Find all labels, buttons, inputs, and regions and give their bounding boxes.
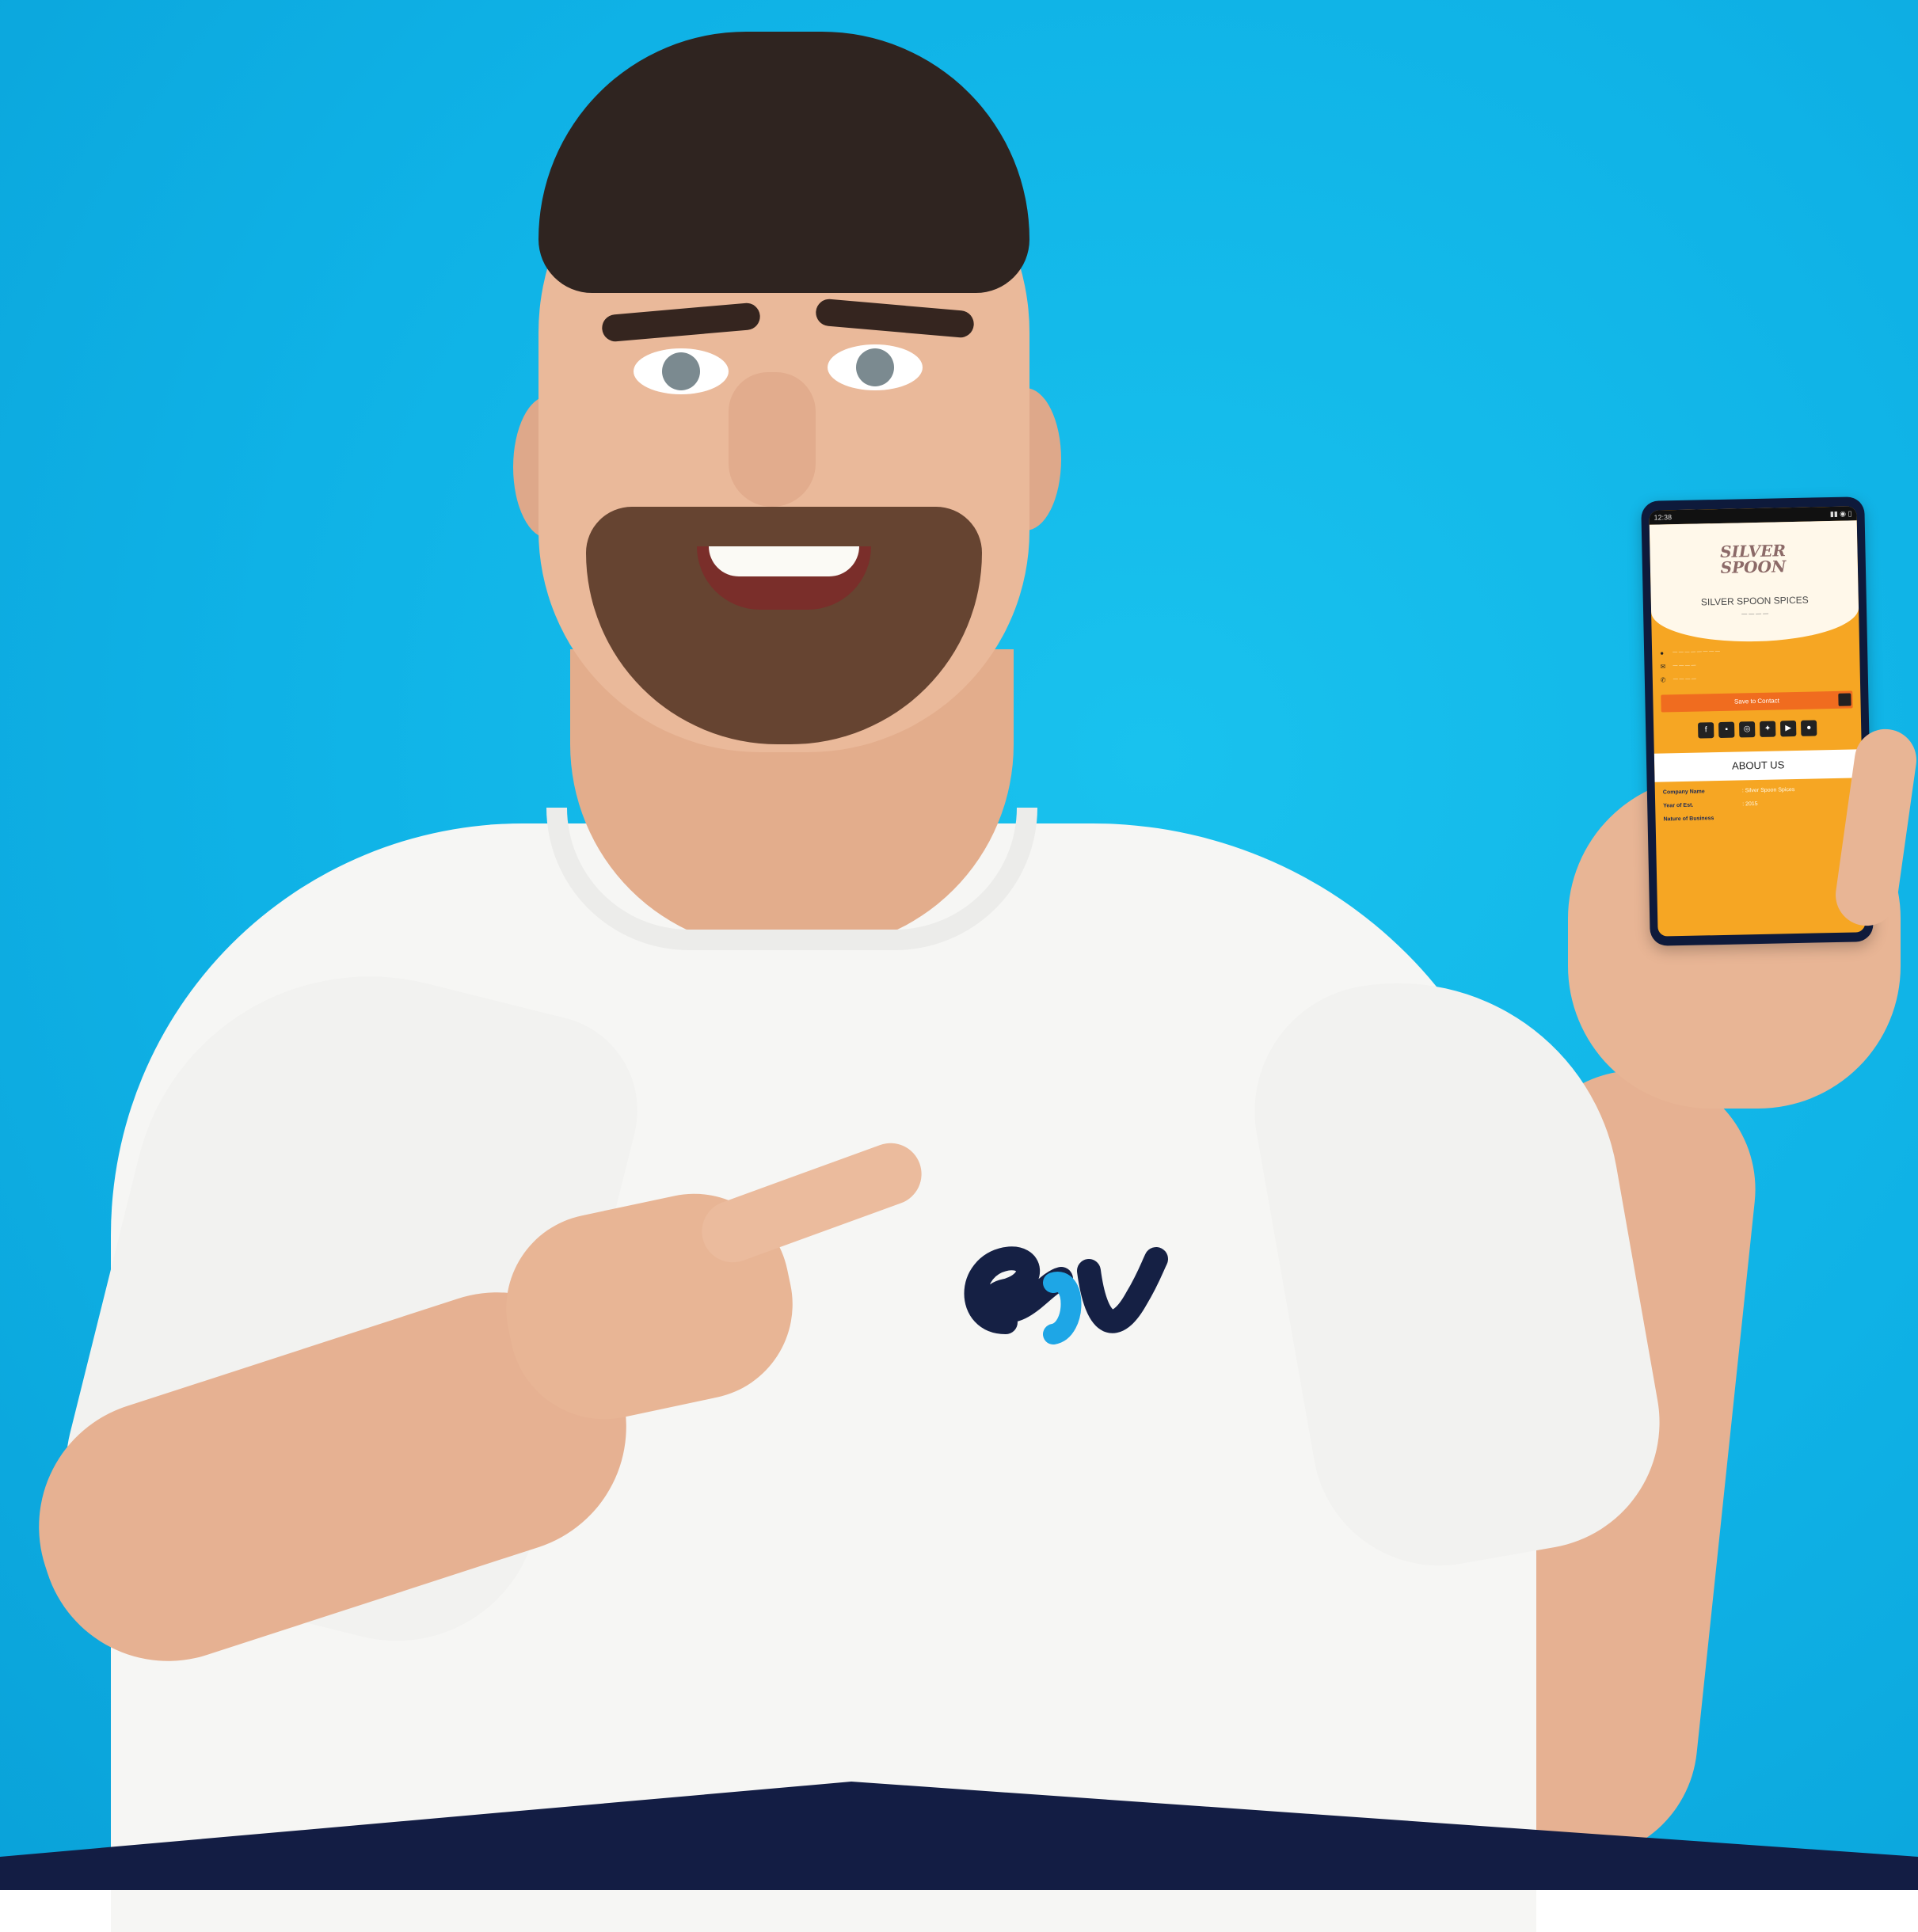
nose [729, 372, 816, 507]
contact-card-icon [1838, 694, 1851, 706]
status-time: 12:38 [1654, 513, 1672, 521]
brand-line-2: SPOON [1706, 558, 1801, 576]
phone-text: — — — — [1673, 677, 1696, 683]
about-row: Company Name : Silver Spoon Spices [1655, 785, 1863, 795]
youtube-icon[interactable]: ▶ [1780, 721, 1796, 736]
brand-logo: SILVER SPOON [1705, 542, 1801, 586]
left-iris [662, 352, 700, 390]
about-row-key: Nature of Business [1663, 815, 1742, 822]
pinterest-icon[interactable]: ● [1801, 720, 1817, 736]
twitter-icon[interactable]: ✦ [1760, 721, 1775, 737]
company-title: SILVER SPOON SPICES [1651, 593, 1859, 608]
location-icon: ● [1660, 650, 1666, 656]
card-header: SILVER SPOON SILVER SPOON SPICES — — — — [1650, 520, 1859, 643]
about-row: Year of Est. : 2015 [1655, 799, 1863, 808]
about-row-key: Company Name [1663, 788, 1742, 795]
save-button-label: Save to Contact [1734, 697, 1779, 705]
teeth [709, 546, 859, 576]
contact-person: — — — — [1651, 609, 1859, 618]
bottom-band [0, 1782, 1918, 1890]
about-us-header: ABOUT US [1654, 749, 1863, 782]
email-row[interactable]: ✉ — — — — [1652, 660, 1859, 670]
right-eye [828, 344, 923, 390]
about-us-title: ABOUT US [1732, 759, 1785, 771]
social-links: f ▪ ◎ ✦ ▶ ● [1654, 719, 1861, 739]
phone-row[interactable]: ✆ — — — — [1653, 673, 1860, 683]
address-text: — — — — — — — — [1673, 649, 1720, 655]
hair [538, 32, 1029, 293]
about-row-value: : Silver Spoon Spices [1742, 787, 1795, 793]
phone-screen: 12:38 ▮▮ ◉ ▯ SILVER SPOON SILVER SPOON S… [1649, 506, 1865, 936]
instagram-icon[interactable]: ◎ [1739, 721, 1755, 737]
linkedin-icon[interactable]: ▪ [1718, 722, 1734, 738]
save-to-contact-button[interactable]: Save to Contact [1661, 690, 1852, 712]
shirt-collar [546, 808, 1037, 950]
ev-logo [958, 1235, 1172, 1354]
email-text: — — — — [1673, 664, 1695, 669]
address-row[interactable]: ● — — — — — — — — [1652, 646, 1859, 656]
about-row-key: Year of Est. [1663, 801, 1742, 808]
status-icons: ▮▮ ◉ ▯ [1830, 509, 1852, 519]
mail-icon: ✉ [1660, 664, 1666, 670]
photo-scene: 12:38 ▮▮ ◉ ▯ SILVER SPOON SILVER SPOON S… [0, 0, 1918, 1890]
facebook-icon[interactable]: f [1698, 722, 1714, 738]
about-row-value: : 2015 [1742, 801, 1758, 807]
phone-icon: ✆ [1661, 677, 1667, 683]
left-eye [634, 348, 729, 394]
about-row: Nature of Business [1656, 812, 1863, 822]
right-iris [856, 348, 894, 386]
